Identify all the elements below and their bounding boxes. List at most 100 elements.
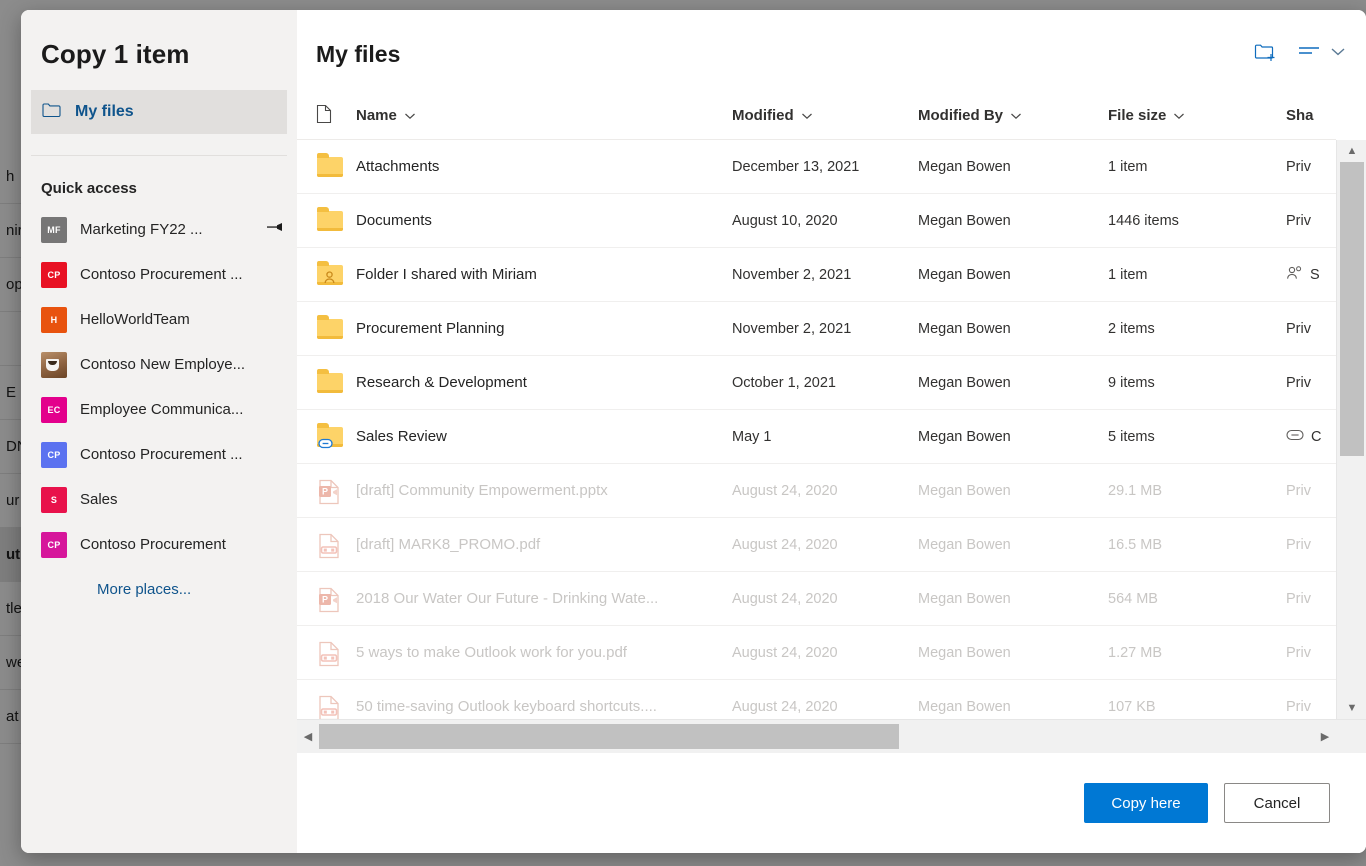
row-modified-by: Megan Bowen (918, 699, 1108, 715)
table-row: 5 ways to make Outlook work for you.pdfA… (297, 626, 1336, 680)
file-list-rows: AttachmentsDecember 13, 2021Megan Bowen1… (297, 140, 1336, 719)
column-header-label: Sha (1286, 107, 1314, 124)
more-places-link[interactable]: More places... (21, 567, 297, 598)
scroll-down-arrow-icon[interactable]: ▼ (1337, 697, 1366, 719)
row-sharing-label: Priv (1286, 483, 1311, 499)
table-row[interactable]: AttachmentsDecember 13, 2021Megan Bowen1… (297, 140, 1336, 194)
folder-icon (317, 373, 343, 393)
file-browser-header: My files (297, 10, 1366, 92)
table-row[interactable]: Research & DevelopmentOctober 1, 2021Meg… (297, 356, 1336, 410)
file-browser-pane: My files (297, 10, 1366, 853)
row-file-size: 5 items (1108, 429, 1286, 445)
row-name: Attachments (356, 158, 732, 175)
quick-access-item-label: Employee Communica... (80, 401, 283, 418)
row-file-size: 1.27 MB (1108, 645, 1286, 661)
vertical-scroll-thumb[interactable] (1340, 162, 1364, 456)
scroll-right-arrow-icon[interactable]: ▶ (1314, 720, 1336, 753)
cancel-button[interactable]: Cancel (1224, 783, 1330, 823)
vertical-scrollbar[interactable]: ▲ ▼ (1336, 140, 1366, 719)
row-modified-by: Megan Bowen (918, 645, 1108, 661)
horizontal-scrollbar[interactable]: ◀ ▶ (297, 719, 1366, 753)
row-file-icon: P (316, 586, 356, 612)
site-avatar: MF (41, 217, 67, 243)
powerpoint-icon: P (318, 479, 340, 510)
site-avatar: CP (41, 262, 67, 288)
row-modified-by: Megan Bowen (918, 591, 1108, 607)
copy-here-button[interactable]: Copy here (1084, 783, 1208, 823)
dialog-footer: Copy here Cancel (297, 753, 1366, 853)
horizontal-scroll-thumb[interactable] (319, 724, 899, 749)
row-file-icon (316, 532, 356, 558)
scroll-left-arrow-icon[interactable]: ◀ (297, 720, 319, 753)
copy-item-dialog: Copy 1 item My files Quick access MFMark… (21, 10, 1366, 853)
pdf-icon (318, 533, 340, 564)
row-sharing: Priv (1286, 591, 1336, 607)
table-row[interactable]: DocumentsAugust 10, 2020Megan Bowen1446 … (297, 194, 1336, 248)
pin-icon[interactable] (266, 220, 283, 239)
table-row: [draft] MARK8_PROMO.pdfAugust 24, 2020Me… (297, 518, 1336, 572)
sidebar-item-label: My files (75, 103, 134, 121)
column-header-label: File size (1108, 107, 1166, 124)
row-file-icon (316, 424, 356, 450)
row-file-size: 1 item (1108, 159, 1286, 175)
sidebar-item-my-files[interactable]: My files (31, 90, 287, 134)
quick-access-item[interactable]: MF Marketing FY22 ... (21, 207, 297, 252)
row-name: 50 time-saving Outlook keyboard shortcut… (356, 698, 732, 715)
quick-access-item[interactable]: SSales (21, 477, 297, 522)
quick-access-item-label: Contoso Procurement ... (80, 446, 283, 463)
table-row: 50 time-saving Outlook keyboard shortcut… (297, 680, 1336, 719)
column-header-label: Modified (732, 107, 794, 124)
row-file-size: 29.1 MB (1108, 483, 1286, 499)
pdf-icon (318, 695, 340, 720)
chevron-down-icon (1010, 107, 1022, 124)
row-modified-by: Megan Bowen (918, 537, 1108, 553)
table-row: P[draft] Community Empowerment.pptxAugus… (297, 464, 1336, 518)
quick-access-item[interactable]: CPContoso Procurement (21, 522, 297, 567)
column-header-name[interactable]: Name (356, 107, 732, 124)
row-name: Sales Review (356, 428, 732, 445)
row-file-icon: P (316, 478, 356, 504)
row-sharing-label: Priv (1286, 699, 1311, 715)
column-header-modified_by[interactable]: Modified By (918, 107, 1108, 124)
row-sharing-label: S (1310, 267, 1320, 283)
quick-access-item[interactable]: Contoso New Employe... (21, 342, 297, 387)
row-sharing-label: Priv (1286, 159, 1311, 175)
scroll-up-arrow-icon[interactable]: ▲ (1337, 140, 1366, 162)
folder-icon (42, 102, 61, 123)
column-header-size[interactable]: File size (1108, 107, 1286, 124)
quick-access-item[interactable]: EC Employee Communica... (21, 387, 297, 432)
quick-access-item[interactable]: HHelloWorldTeam (21, 297, 297, 342)
file-type-icon (316, 104, 332, 128)
row-sharing-label: Priv (1286, 375, 1311, 391)
row-modified: November 2, 2021 (732, 321, 918, 337)
column-header-modified[interactable]: Modified (732, 107, 918, 124)
table-row[interactable]: Folder I shared with MiriamNovember 2, 2… (297, 248, 1336, 302)
new-folder-icon[interactable] (1254, 43, 1276, 63)
quick-access-item-label: Contoso Procurement ... (80, 266, 283, 283)
quick-access-item-label: Marketing FY22 ... (80, 221, 260, 238)
row-modified-by: Megan Bowen (918, 483, 1108, 499)
row-sharing-label: C (1311, 429, 1321, 445)
column-header-label: Name (356, 107, 397, 124)
view-options-icon (1298, 44, 1320, 63)
row-file-icon (316, 208, 356, 234)
view-options-button[interactable] (1298, 44, 1346, 63)
site-avatar: CP (41, 532, 67, 558)
site-avatar: EC (41, 397, 67, 423)
row-sharing-label: Priv (1286, 645, 1311, 661)
quick-access-heading: Quick access (21, 156, 297, 197)
table-row[interactable]: Sales ReviewMay 1Megan Bowen5 itemsC (297, 410, 1336, 464)
row-modified: November 2, 2021 (732, 267, 918, 283)
quick-access-item[interactable]: CPContoso Procurement ... (21, 432, 297, 477)
row-sharing-label: Priv (1286, 321, 1311, 337)
row-sharing: Priv (1286, 375, 1336, 391)
table-row[interactable]: Procurement PlanningNovember 2, 2021Mega… (297, 302, 1336, 356)
row-modified: October 1, 2021 (732, 375, 918, 391)
row-name: Folder I shared with Miriam (356, 266, 732, 283)
quick-access-item[interactable]: CP Contoso Procurement ... (21, 252, 297, 297)
row-file-size: 107 KB (1108, 699, 1286, 715)
column-header-sharing[interactable]: Sha (1286, 107, 1366, 124)
quick-access-item-label: HelloWorldTeam (80, 311, 283, 328)
chevron-down-icon (801, 107, 813, 124)
row-name: 5 ways to make Outlook work for you.pdf (356, 644, 732, 661)
